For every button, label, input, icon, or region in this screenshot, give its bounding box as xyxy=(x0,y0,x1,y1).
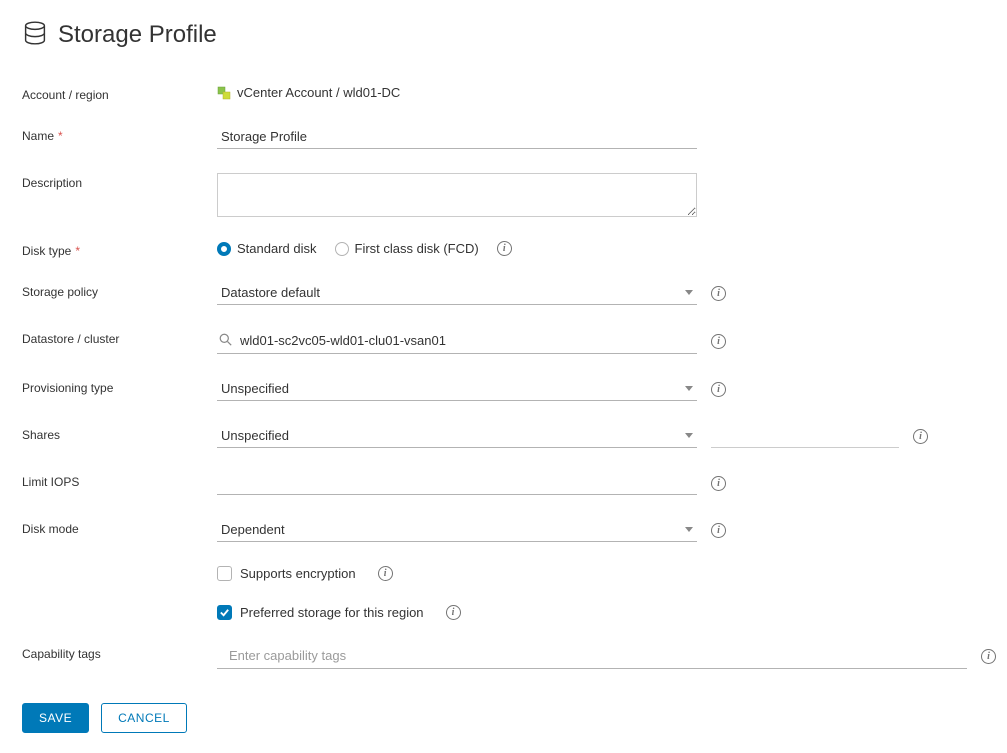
label-datastore: Datastore / cluster xyxy=(22,329,217,346)
vcenter-icon xyxy=(217,86,231,100)
storage-icon xyxy=(22,20,48,49)
supports-encryption-checkbox[interactable] xyxy=(217,566,232,581)
info-icon[interactable]: i xyxy=(446,605,461,620)
shares-select[interactable]: Unspecified xyxy=(217,425,697,448)
info-icon[interactable]: i xyxy=(711,382,726,397)
datastore-input[interactable] xyxy=(238,332,693,349)
storage-policy-select[interactable]: Datastore default xyxy=(217,282,697,305)
description-textarea[interactable] xyxy=(217,173,697,217)
preferred-storage-label: Preferred storage for this region xyxy=(240,605,424,620)
label-shares: Shares xyxy=(22,425,217,442)
preferred-storage-checkbox[interactable] xyxy=(217,605,232,620)
page-title: Storage Profile xyxy=(58,21,217,49)
label-name: Name* xyxy=(22,126,217,143)
chevron-down-icon xyxy=(685,527,693,532)
shares-value-input[interactable] xyxy=(711,426,899,448)
save-button[interactable]: SAVE xyxy=(22,703,89,733)
radio-first-class-disk[interactable]: First class disk (FCD) xyxy=(335,241,479,256)
info-icon[interactable]: i xyxy=(711,476,726,491)
account-region-value: vCenter Account / wld01-DC xyxy=(217,85,400,100)
label-storage-policy: Storage policy xyxy=(22,282,217,299)
label-disk-mode: Disk mode xyxy=(22,519,217,536)
disk-type-radiogroup: Standard disk First class disk (FCD) i xyxy=(217,241,512,256)
provisioning-type-select[interactable]: Unspecified xyxy=(217,378,697,401)
supports-encryption-label: Supports encryption xyxy=(240,566,356,581)
label-account-region: Account / region xyxy=(22,85,217,102)
radio-standard-disk[interactable]: Standard disk xyxy=(217,241,317,256)
page-header: Storage Profile xyxy=(22,20,985,49)
label-disk-type: Disk type* xyxy=(22,241,217,258)
info-icon[interactable]: i xyxy=(981,649,996,664)
chevron-down-icon xyxy=(685,290,693,295)
capability-tags-input-wrap[interactable] xyxy=(217,644,967,669)
cancel-button[interactable]: CANCEL xyxy=(101,703,187,733)
label-provisioning-type: Provisioning type xyxy=(22,378,217,395)
info-icon[interactable]: i xyxy=(913,429,928,444)
label-capability-tags: Capability tags xyxy=(22,644,217,661)
label-limit-iops: Limit IOPS xyxy=(22,472,217,489)
info-icon[interactable]: i xyxy=(378,566,393,581)
chevron-down-icon xyxy=(685,433,693,438)
limit-iops-input[interactable] xyxy=(217,472,697,495)
info-icon[interactable]: i xyxy=(711,286,726,301)
capability-tags-input[interactable] xyxy=(227,647,963,664)
name-input[interactable] xyxy=(217,126,697,149)
info-icon[interactable]: i xyxy=(497,241,512,256)
label-description: Description xyxy=(22,173,217,190)
search-icon xyxy=(219,333,232,349)
info-icon[interactable]: i xyxy=(711,523,726,538)
datastore-search[interactable] xyxy=(217,329,697,354)
info-icon[interactable]: i xyxy=(711,334,726,349)
chevron-down-icon xyxy=(685,386,693,391)
disk-mode-select[interactable]: Dependent xyxy=(217,519,697,542)
